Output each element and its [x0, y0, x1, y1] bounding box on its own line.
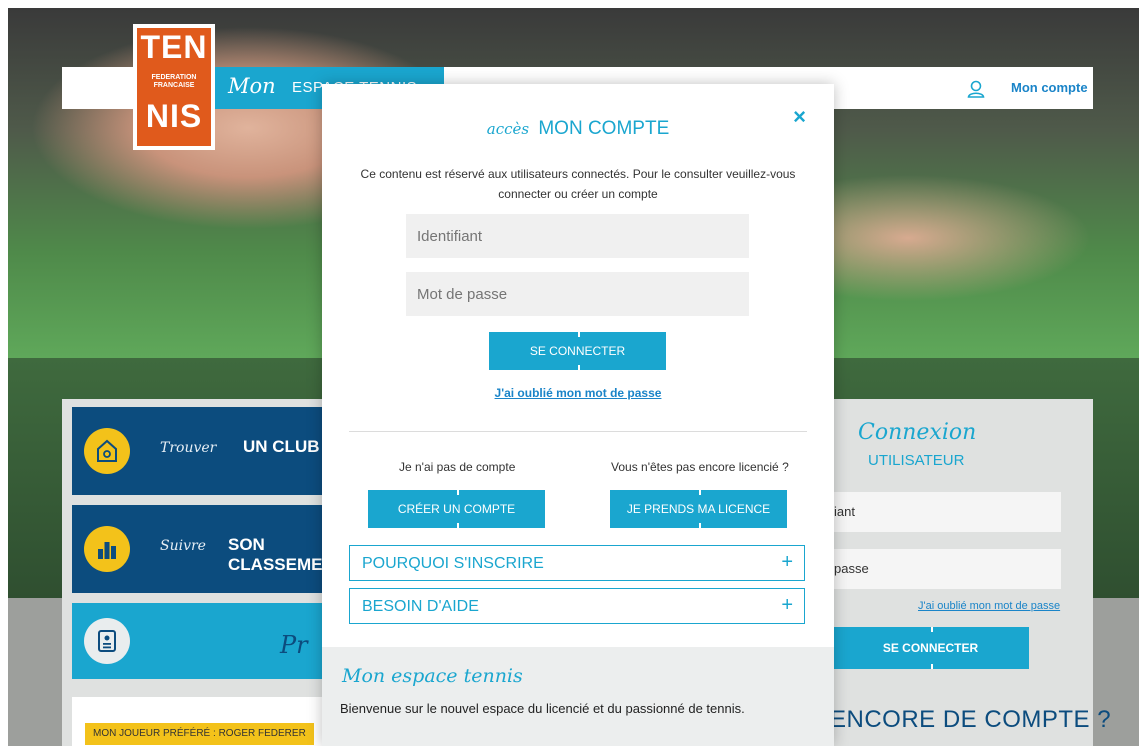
tile-bold-label: UN CLUB: [243, 437, 320, 456]
logo-line-ten: TEN: [140, 29, 208, 65]
modal-description: Ce contenu est réservé aux utilisateurs …: [352, 164, 804, 204]
no-account-headline: ENCORE DE COMPTE ?: [830, 706, 1112, 733]
modal-title-text: MON COMPTE: [538, 118, 670, 139]
tile-icon-circle: [84, 526, 130, 572]
logo-federation: FEDERATION FRANCAISE: [137, 74, 211, 90]
modal-description-line2: connecter ou créer un compte: [498, 187, 658, 201]
ranking-icon: [98, 542, 116, 559]
plus-icon[interactable]: +: [781, 594, 793, 617]
create-account-button[interactable]: CRÉER UN COMPTE: [368, 490, 545, 528]
get-licence-button[interactable]: JE PRENDS MA LICENCE: [610, 490, 787, 528]
login-title: UTILISATEUR: [868, 452, 965, 469]
user-icon[interactable]: [967, 80, 985, 98]
accordion-need-help[interactable]: BESOIN D'AIDE +: [349, 588, 805, 624]
tile-find-club[interactable]: Trouver UN CLUB: [72, 407, 332, 495]
club-house-icon: [97, 439, 117, 462]
logo-block: TEN FEDERATION FRANCAISE NIS: [137, 28, 211, 146]
forgot-password-link[interactable]: J'ai oublié mon mot de passe: [322, 386, 834, 400]
licence-card-icon: [98, 630, 116, 652]
plus-icon[interactable]: +: [781, 551, 793, 574]
modal-title: accès MON COMPTE: [322, 118, 834, 140]
identifiant-input[interactable]: [406, 214, 749, 258]
tile-icon-circle: [84, 618, 130, 664]
modal-description-line1: Ce contenu est réservé aux utilisateurs …: [360, 167, 796, 181]
no-account-label: Je n'ai pas de compte: [399, 460, 516, 474]
tile-follow-ranking[interactable]: Suivre SON CLASSEMENT: [72, 505, 345, 593]
brand-script: Mon: [228, 74, 276, 98]
footer-script-title: Mon espace tennis: [342, 665, 523, 687]
logo-fed-line2: FRANCAISE: [153, 82, 195, 89]
tile-script-label: Pr: [280, 631, 308, 659]
login-modal: × accès MON COMPTE Ce contenu est réserv…: [322, 84, 834, 746]
fft-logo[interactable]: TEN FEDERATION FRANCAISE NIS: [133, 24, 215, 150]
logo-fed-line1: FEDERATION: [151, 74, 197, 81]
sidebar-forgot-password-link[interactable]: J'ai oublié mon mot de passe: [918, 600, 1060, 612]
connect-button[interactable]: SE CONNECTER: [489, 332, 666, 370]
sidebar-identifiant-field[interactable]: iant: [832, 492, 1061, 532]
tile-script-label: Trouver: [160, 440, 217, 456]
tile-licence[interactable]: Pr: [72, 603, 332, 679]
sidebar-connect-button[interactable]: SE CONNECTER: [832, 627, 1029, 669]
modal-footer: Mon espace tennis Bienvenue sur le nouve…: [322, 647, 834, 746]
tile-script-label: Suivre: [160, 538, 206, 554]
account-link[interactable]: Mon compte: [1011, 80, 1088, 95]
password-input[interactable]: [406, 272, 749, 316]
accordion-label: BESOIN D'AIDE: [362, 598, 479, 615]
accordion-label: POURQUOI S'INSCRIRE: [362, 555, 544, 572]
tile-icon-circle: [84, 428, 130, 474]
favorite-player-badge[interactable]: MON JOUEUR PRÉFÉRÉ : ROGER FEDERER: [85, 723, 314, 745]
logo-line-nis: NIS: [145, 98, 203, 134]
accordion-why-register[interactable]: POURQUOI S'INSCRIRE +: [349, 545, 805, 581]
sidebar-password-field[interactable]: passe: [832, 549, 1061, 589]
footer-text: Bienvenue sur le nouvel espace du licenc…: [340, 701, 745, 716]
login-script-title: Connexion: [858, 420, 977, 445]
modal-title-script: accès: [486, 120, 530, 138]
divider: [349, 431, 807, 432]
not-licensed-label: Vous n'êtes pas encore licencié ?: [611, 460, 789, 474]
